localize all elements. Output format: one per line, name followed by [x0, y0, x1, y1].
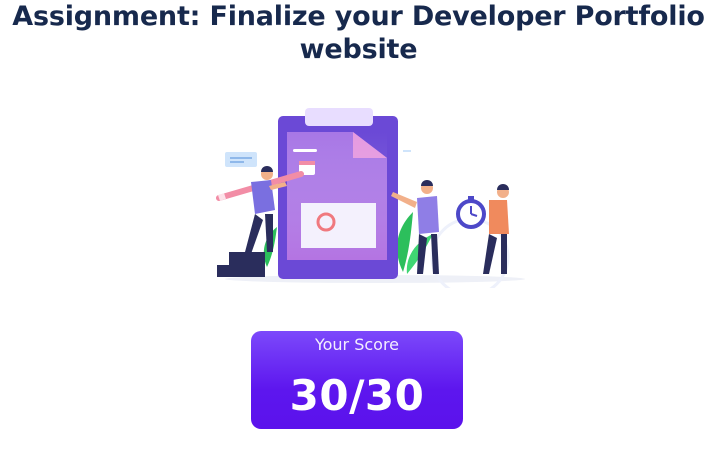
assignment-result-page: Assignment: Finalize your Developer Port…: [0, 0, 717, 464]
score-value: 30/30: [289, 371, 425, 420]
score-card: Your Score 30/30: [251, 331, 463, 429]
score-label: Your Score: [314, 335, 400, 354]
clipboard-team-illustration: [216, 108, 525, 288]
assignment-title: Assignment: Finalize your Developer Port…: [12, 1, 705, 65]
